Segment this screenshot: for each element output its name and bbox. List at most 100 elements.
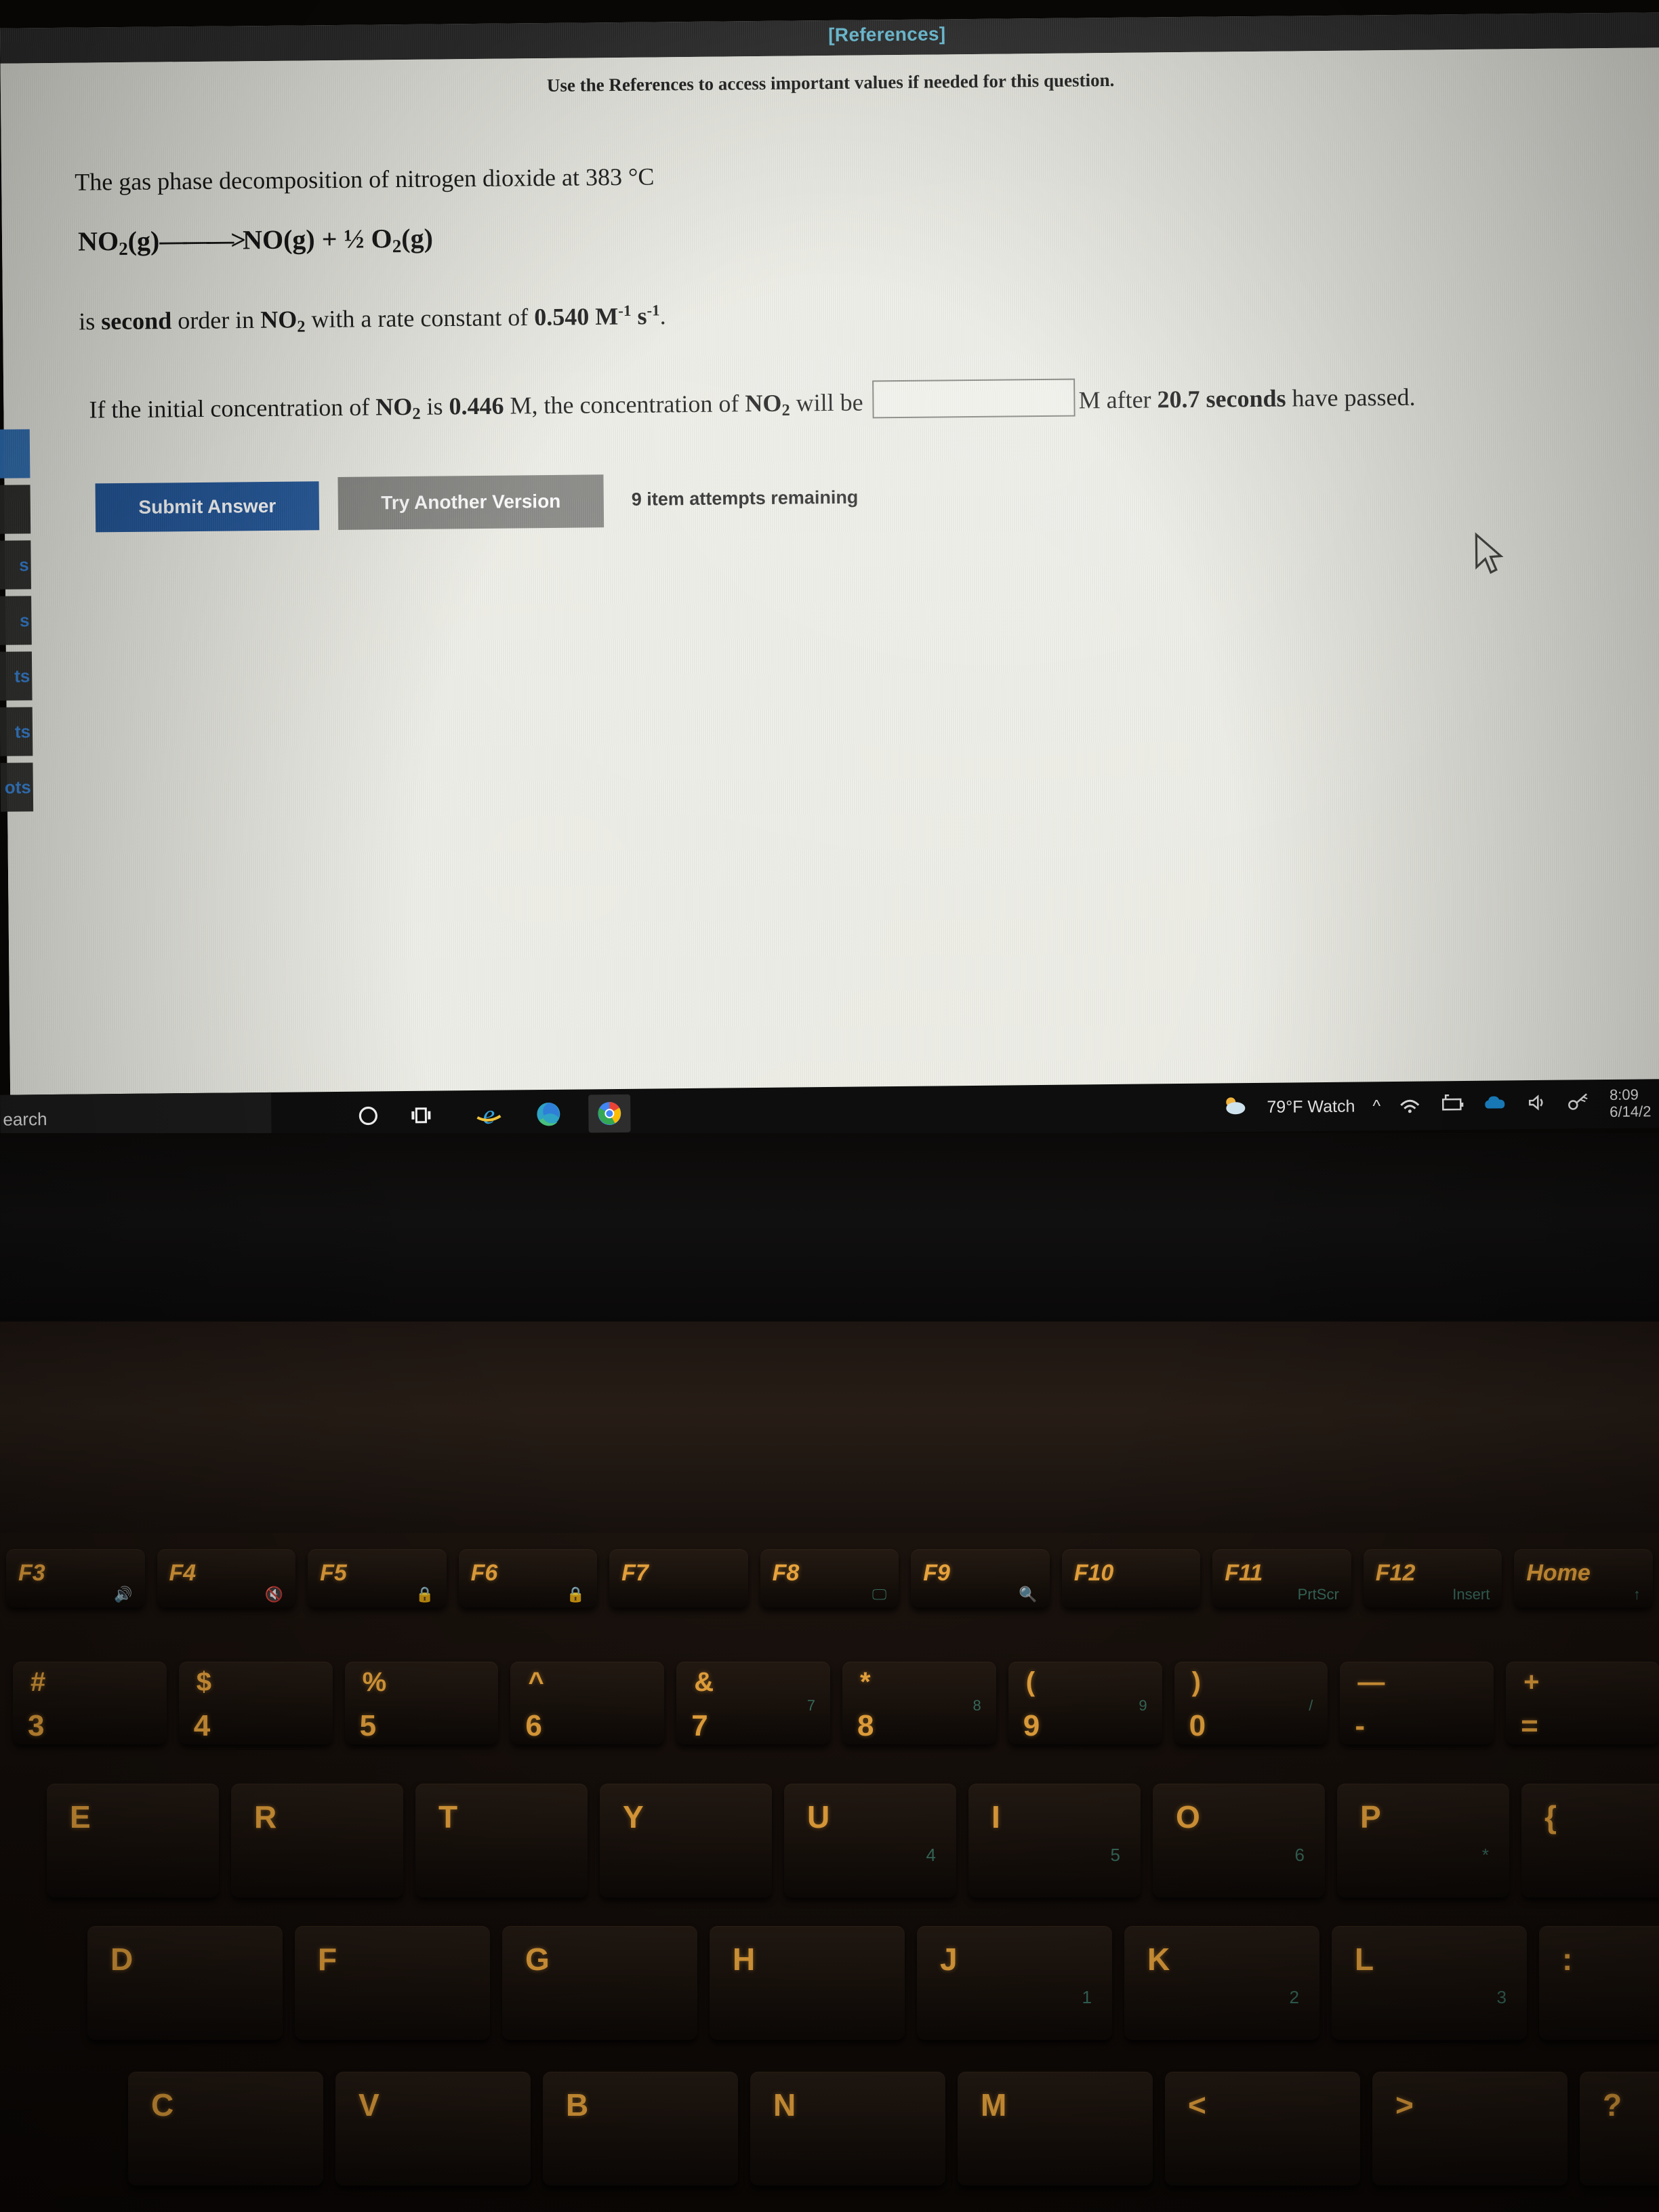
answer-input[interactable] bbox=[872, 378, 1076, 419]
key-x[interactable]: :; bbox=[1539, 1926, 1659, 2040]
key-o[interactable]: O6 bbox=[1153, 1784, 1325, 1898]
sidebar-item-4[interactable]: ts bbox=[0, 651, 33, 701]
line4-units: M after bbox=[1078, 386, 1158, 414]
battery-icon[interactable] bbox=[1439, 1093, 1466, 1117]
key-symbol: % bbox=[362, 1667, 387, 1697]
key-p[interactable]: P * bbox=[1337, 1784, 1509, 1898]
equation-reactant-state: (g) bbox=[127, 225, 160, 256]
key-h[interactable]: H bbox=[710, 1926, 905, 2040]
key-f3[interactable]: F3 🔊 bbox=[6, 1549, 145, 1607]
key-letter: C bbox=[151, 2087, 174, 2123]
key-letter: P bbox=[1360, 1799, 1381, 1835]
key-f[interactable]: F bbox=[295, 1926, 490, 2040]
key-label: F5 bbox=[320, 1560, 347, 1586]
google-chrome-icon[interactable] bbox=[588, 1094, 631, 1133]
cortana-icon[interactable] bbox=[347, 1097, 390, 1135]
microsoft-edge-icon[interactable] bbox=[527, 1095, 570, 1134]
key-f6[interactable]: F6 🔒 bbox=[458, 1549, 598, 1607]
key-symbol: * bbox=[859, 1667, 871, 1697]
key-v[interactable]: V bbox=[335, 2072, 531, 2186]
clock-widget[interactable]: 8:09 6/14/2 bbox=[1610, 1086, 1652, 1121]
sidebar-item-1[interactable] bbox=[0, 485, 31, 534]
key-f9[interactable]: F9 🔍 bbox=[911, 1549, 1050, 1607]
key-letter: E bbox=[70, 1799, 91, 1835]
keyboard-letter-row-1: ERTYU4I5O6P*{[ bbox=[41, 1784, 1659, 1898]
key-j[interactable]: J1 bbox=[917, 1926, 1112, 2040]
key-g[interactable]: G bbox=[502, 1926, 697, 2040]
key-d[interactable]: D bbox=[87, 1926, 283, 2040]
key-f5[interactable]: F5 🔒 bbox=[308, 1549, 447, 1607]
key-f12[interactable]: F12 Insert bbox=[1363, 1549, 1502, 1607]
equation-product2: O bbox=[371, 223, 392, 254]
key-y[interactable]: Y bbox=[600, 1784, 772, 1898]
key-3[interactable]: #3 bbox=[13, 1662, 167, 1744]
sidebar-item-5[interactable]: ts bbox=[0, 707, 33, 756]
key-t[interactable]: T bbox=[415, 1784, 588, 1898]
onedrive-icon[interactable] bbox=[1483, 1093, 1508, 1117]
sidebar-item-3[interactable]: s bbox=[0, 596, 32, 645]
sidebar-item-6[interactable]: ots bbox=[0, 762, 34, 812]
key-secondary-icon: 🔊 bbox=[114, 1586, 133, 1603]
internet-explorer-icon[interactable]: e bbox=[468, 1096, 510, 1134]
key-x[interactable]: < bbox=[1165, 2072, 1360, 2186]
key-label: F11 bbox=[1225, 1560, 1263, 1586]
key-u[interactable]: U4 bbox=[784, 1784, 956, 1898]
key-f10[interactable]: F10 bbox=[1061, 1549, 1201, 1607]
key-secondary-icon: 🔒 bbox=[566, 1586, 586, 1603]
network-icon[interactable] bbox=[1566, 1091, 1592, 1118]
key-numpad-overlay: 5 bbox=[1110, 1845, 1120, 1865]
weather-icon[interactable] bbox=[1221, 1094, 1249, 1122]
key-b[interactable]: B bbox=[543, 2072, 738, 2186]
key-letter: R bbox=[254, 1799, 277, 1835]
key-secondary-icon: 🖵 bbox=[872, 1586, 887, 1603]
task-view-icon[interactable] bbox=[400, 1096, 443, 1134]
key-r[interactable]: R bbox=[231, 1784, 403, 1898]
wifi-icon[interactable] bbox=[1398, 1094, 1421, 1118]
references-link[interactable]: [References] bbox=[828, 23, 946, 46]
key-0[interactable]: ) 0 / bbox=[1174, 1662, 1328, 1744]
try-another-version-button[interactable]: Try Another Version bbox=[337, 474, 605, 530]
key-letter: { bbox=[1544, 1799, 1557, 1835]
key-home[interactable]: Home ↑ bbox=[1514, 1549, 1653, 1607]
sidebar-item-0[interactable] bbox=[0, 429, 30, 478]
key-m[interactable]: M bbox=[958, 2072, 1153, 2186]
key-l[interactable]: L3 bbox=[1332, 1926, 1527, 2040]
key-symbol: & bbox=[694, 1667, 714, 1697]
key-number: = bbox=[1521, 1709, 1538, 1742]
weather-text[interactable]: 79°F Watch bbox=[1267, 1097, 1355, 1117]
key-7[interactable]: & 7 7 bbox=[676, 1662, 830, 1744]
key-e[interactable]: E bbox=[47, 1784, 219, 1898]
key-8[interactable]: * 8 8 bbox=[842, 1662, 996, 1744]
key-x[interactable]: + = bbox=[1506, 1662, 1659, 1744]
key-letter: I bbox=[991, 1799, 1000, 1835]
key-f7[interactable]: F7 bbox=[609, 1549, 748, 1607]
chevron-up-icon[interactable]: ^ bbox=[1372, 1097, 1380, 1116]
key-4[interactable]: $4 bbox=[178, 1662, 333, 1744]
key-n[interactable]: N bbox=[750, 2072, 945, 2186]
key-numpad-overlay: / bbox=[1309, 1697, 1313, 1714]
key-letter: L bbox=[1355, 1942, 1374, 1977]
key-f11[interactable]: F11 PrtScr bbox=[1212, 1549, 1351, 1607]
key-numpad-overlay: 3 bbox=[1496, 1987, 1507, 2007]
species-sub: 2 bbox=[297, 317, 306, 336]
key-6[interactable]: ^ 6 bbox=[510, 1662, 665, 1744]
key-9[interactable]: (9 9 bbox=[1008, 1662, 1162, 1744]
sidebar-item-2[interactable]: s bbox=[0, 540, 32, 590]
key-x[interactable]: > bbox=[1372, 2072, 1568, 2186]
key-label: F3 bbox=[18, 1560, 45, 1586]
key-letter: D bbox=[110, 1942, 134, 1977]
key-x[interactable]: — - bbox=[1340, 1662, 1494, 1744]
key-k[interactable]: K2 bbox=[1124, 1926, 1319, 2040]
key-symbol: ( bbox=[1025, 1667, 1036, 1697]
key-label: F12 bbox=[1375, 1560, 1416, 1586]
key-f8[interactable]: F8 🖵 bbox=[760, 1549, 899, 1607]
volume-icon[interactable] bbox=[1525, 1092, 1549, 1116]
key-5[interactable]: % 5 bbox=[344, 1662, 499, 1744]
key-i[interactable]: I5 bbox=[968, 1784, 1141, 1898]
key-x[interactable]: {[ bbox=[1521, 1784, 1659, 1898]
submit-answer-button[interactable]: Submit Answer bbox=[95, 481, 320, 533]
key-c[interactable]: C bbox=[128, 2072, 323, 2186]
key-f4[interactable]: F4 🔇 bbox=[157, 1549, 296, 1607]
key-x[interactable]: ? bbox=[1580, 2072, 1659, 2186]
key-number: 5 bbox=[359, 1709, 377, 1742]
